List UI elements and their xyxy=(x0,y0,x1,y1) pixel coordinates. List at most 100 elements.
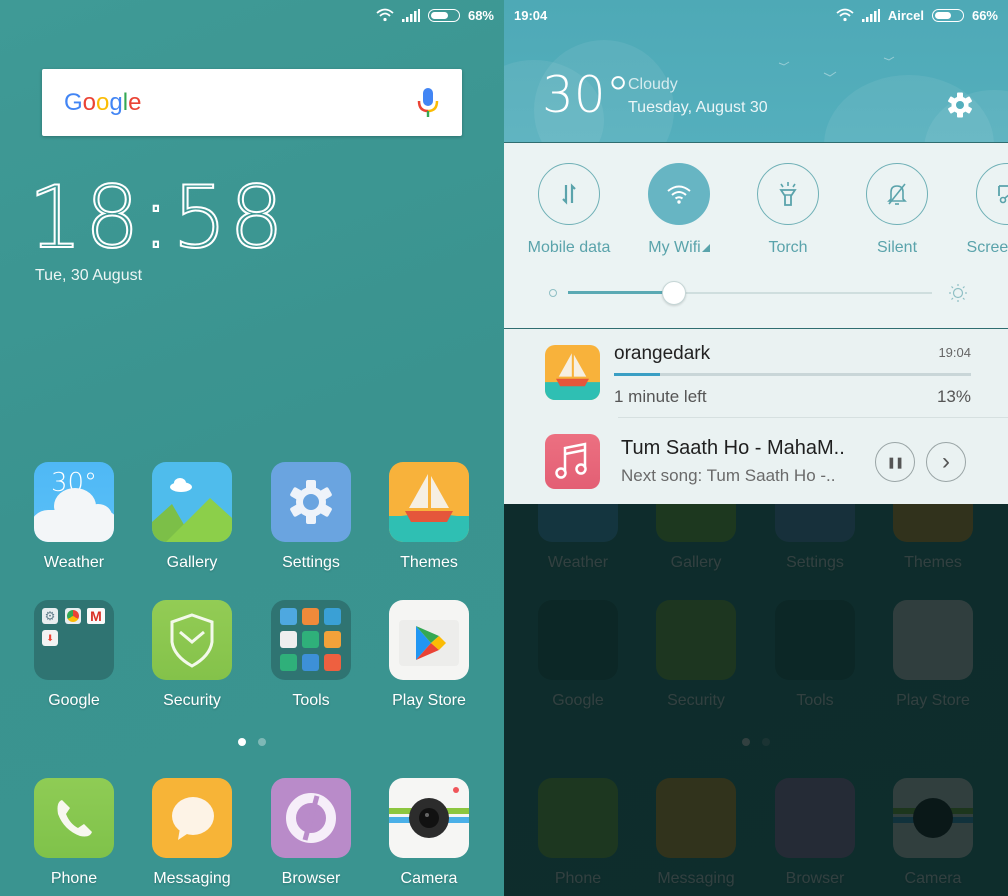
clock-widget[interactable]: 18:58 xyxy=(27,167,286,269)
signal-icon xyxy=(861,8,880,22)
silent-icon xyxy=(866,163,928,225)
dim-overlay[interactable] xyxy=(504,500,1008,896)
toggle-torch[interactable]: Torch xyxy=(733,163,843,257)
clock-time: 18:58 xyxy=(27,167,286,269)
download-title: orangedark xyxy=(614,343,711,364)
google-logo: Google xyxy=(64,88,142,116)
dock-messaging[interactable]: Messaging xyxy=(137,778,247,888)
app-security[interactable]: Security xyxy=(137,600,247,710)
status-time: 19:04 xyxy=(514,7,548,23)
home-screen: 68% Google 18:58 Tue, 30 August 30° Weat… xyxy=(0,0,504,896)
toggle-label: Silent xyxy=(876,239,918,256)
app-label: Google xyxy=(48,692,100,709)
tools-folder-icon xyxy=(271,600,351,680)
battery-icon xyxy=(931,8,964,22)
weather-date: Tuesday, August 30 xyxy=(628,99,768,116)
app-tools-folder[interactable]: Tools xyxy=(256,600,366,710)
gallery-icon xyxy=(152,462,232,542)
weather-temperature: 30° xyxy=(542,66,631,124)
app-themes[interactable]: Themes xyxy=(374,462,484,572)
expand-triangle-icon xyxy=(701,244,710,252)
app-label: Security xyxy=(163,692,221,709)
themes-app-icon xyxy=(545,345,600,400)
dock-browser[interactable]: Browser xyxy=(256,778,366,888)
screenshot-icon xyxy=(976,163,1008,225)
app-label: Weather xyxy=(43,554,105,571)
app-settings[interactable]: Settings xyxy=(256,462,366,572)
app-label: Camera xyxy=(400,870,458,887)
page-indicator xyxy=(238,738,266,746)
quick-settings-panel: Mobile data My Wifi Torch Silent Screens… xyxy=(504,142,1008,328)
pause-button[interactable]: ❚❚ xyxy=(875,442,915,482)
messaging-icon xyxy=(152,778,232,858)
app-google-folder[interactable]: ⚙ M ⬇ Google xyxy=(19,600,129,710)
themes-icon xyxy=(389,462,469,542)
dock-phone[interactable]: Phone xyxy=(19,778,129,888)
brightness-slider[interactable] xyxy=(548,281,968,305)
download-percent: 13% xyxy=(936,387,971,406)
play-store-icon xyxy=(389,600,469,680)
battery-percent: 66% xyxy=(971,7,998,23)
battery-icon xyxy=(427,8,460,22)
toggle-mobile-data[interactable]: Mobile data xyxy=(514,163,624,257)
app-label: Browser xyxy=(281,870,341,887)
gear-icon[interactable] xyxy=(947,92,973,118)
brightness-low-icon xyxy=(549,289,557,297)
brightness-high-icon xyxy=(949,284,967,302)
security-icon xyxy=(152,600,232,680)
status-bar: 68% xyxy=(0,0,504,30)
toggle-wifi[interactable]: My Wifi xyxy=(624,163,734,257)
app-play-store[interactable]: Play Store xyxy=(374,600,484,710)
song-title: Tum Saath Ho - MahaM.. xyxy=(621,437,845,459)
camera-icon xyxy=(389,778,469,858)
brightness-thumb[interactable] xyxy=(661,281,686,305)
google-search-bar[interactable]: Google xyxy=(42,69,462,136)
download-time-left: 1 minute left xyxy=(614,387,707,406)
toggle-screenshot[interactable]: Screenshot xyxy=(952,163,1008,257)
weather-condition: Cloudy xyxy=(628,76,678,93)
next-button[interactable]: › xyxy=(926,442,966,482)
toggle-label: Mobile data xyxy=(527,239,611,256)
carrier-name: Aircel xyxy=(887,7,924,23)
mic-icon[interactable] xyxy=(416,86,440,120)
weather-header[interactable]: 19:04 Aircel 66% 30° Cloudy Tuesday, Aug… xyxy=(504,0,1008,142)
wifi-icon xyxy=(376,8,394,22)
google-folder-icon: ⚙ M ⬇ xyxy=(34,600,114,680)
toggle-label: Screenshot xyxy=(966,239,1008,256)
app-label: Settings xyxy=(282,554,340,571)
app-label: Themes xyxy=(400,554,458,571)
weather-icon: 30° xyxy=(34,462,114,542)
app-weather[interactable]: 30° Weather xyxy=(19,462,129,572)
app-label: Messaging xyxy=(153,870,231,887)
toggle-silent[interactable]: Silent xyxy=(842,163,952,257)
music-app-icon xyxy=(545,434,600,489)
app-label: Play Store xyxy=(392,692,466,709)
download-progress-bar xyxy=(614,373,971,376)
brightness-fill xyxy=(568,291,674,294)
app-label: Tools xyxy=(292,692,330,709)
toggle-label: My Wifi xyxy=(624,239,734,257)
notifications-panel: orangedark 19:04 1 minute left 13% Tum S… xyxy=(504,328,1008,504)
dock-camera[interactable]: Camera xyxy=(374,778,484,888)
app-gallery[interactable]: Gallery xyxy=(137,462,247,572)
page-dot-active[interactable] xyxy=(238,738,246,746)
page-dot[interactable] xyxy=(258,738,266,746)
signal-icon xyxy=(401,8,420,22)
notification-shade-screen: Weather Gallery Settings Themes Google S… xyxy=(504,0,1008,896)
browser-icon xyxy=(271,778,351,858)
settings-icon xyxy=(271,462,351,542)
app-label: Gallery xyxy=(166,554,218,571)
wifi-icon xyxy=(648,163,710,225)
birds-decoration xyxy=(778,56,895,77)
wifi-icon xyxy=(836,8,854,22)
toggle-label: Torch xyxy=(768,239,808,256)
mobile-data-icon xyxy=(538,163,600,225)
next-song: Next song: Tum Saath Ho -.. xyxy=(621,466,836,485)
status-bar: 19:04 Aircel 66% xyxy=(504,0,1008,30)
clock-date: Tue, 30 August xyxy=(35,267,143,284)
download-time: 19:04 xyxy=(938,345,971,360)
battery-percent: 68% xyxy=(467,7,494,23)
torch-icon xyxy=(757,163,819,225)
divider xyxy=(618,417,1008,418)
app-label: Phone xyxy=(50,870,98,887)
